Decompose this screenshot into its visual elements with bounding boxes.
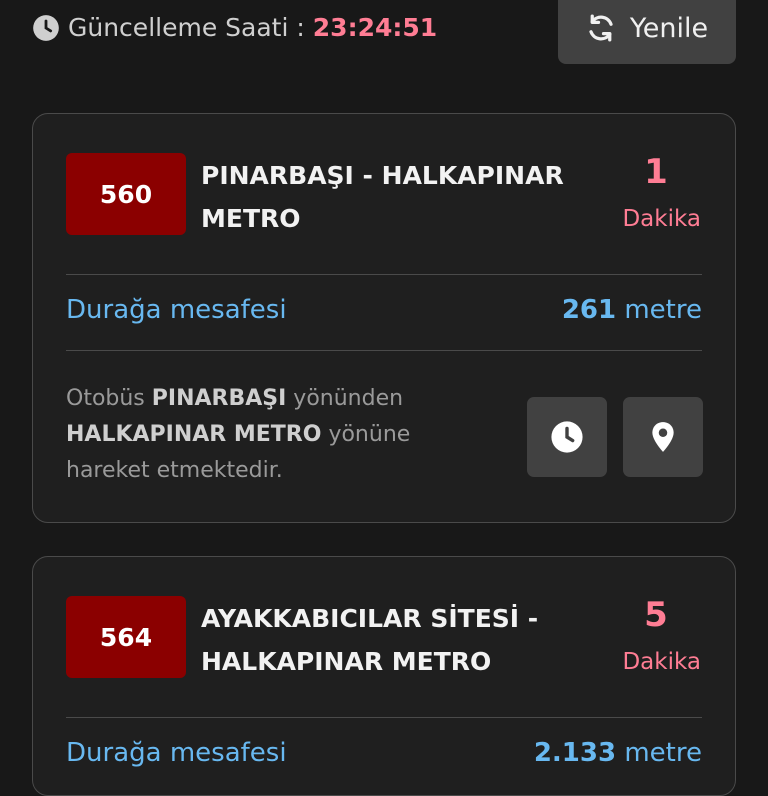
distance-label: Durağa mesafesi [66,738,287,768]
direction-text: Otobüs PINARBAŞI yönünden HALKAPINAR MET… [66,381,456,489]
direction-middle: yönünden [293,386,404,411]
update-time-row: Güncelleme Saati : 23:24:51 [32,13,437,42]
route-number-badge: 560 [66,153,186,235]
distance-value: 261 [561,295,617,325]
distance-label: Durağa mesafesi [66,295,287,325]
refresh-icon [589,14,613,42]
header: Güncelleme Saati : 23:24:51 Yenile [0,0,768,66]
distance-unit: metre [624,295,702,325]
route-name: AYAKKABICILAR SİTESİ - HALKAPINAR METRO [201,604,539,676]
bus-card: 560 PINARBAŞI - HALKAPINAR METRO 1 Dakik… [32,113,736,523]
distance-value-row: 261 metre [562,295,702,325]
route-name: PINARBAŞI - HALKAPINAR METRO [201,161,564,233]
divider [66,274,702,275]
direction-from: PINARBAŞI [151,386,287,411]
direction-to: HALKAPINAR METRO [66,422,322,447]
eta-unit: Dakika [622,649,701,675]
bus-card: 564 AYAKKABICILAR SİTESİ - HALKAPINAR ME… [32,556,736,796]
distance-value-row: 2.133 metre [534,738,702,768]
refresh-button[interactable]: Yenile [558,0,736,64]
eta-unit: Dakika [622,206,701,232]
location-button[interactable] [623,397,703,477]
eta-value: 1 [644,152,668,192]
clock-icon [551,421,583,453]
eta-value: 5 [644,595,668,635]
update-time-value: 23:24:51 [312,13,438,42]
divider [66,350,702,351]
map-pin-icon [652,422,674,452]
clock-icon [32,14,60,42]
update-time-label: Güncelleme Saati : [68,13,305,42]
distance-value: 2.133 [533,738,617,768]
distance-unit: metre [624,738,702,768]
route-number-badge: 564 [66,596,186,678]
direction-prefix: Otobüs [66,386,145,411]
schedule-button[interactable] [527,397,607,477]
refresh-button-label: Yenile [629,12,709,44]
divider [66,717,702,718]
